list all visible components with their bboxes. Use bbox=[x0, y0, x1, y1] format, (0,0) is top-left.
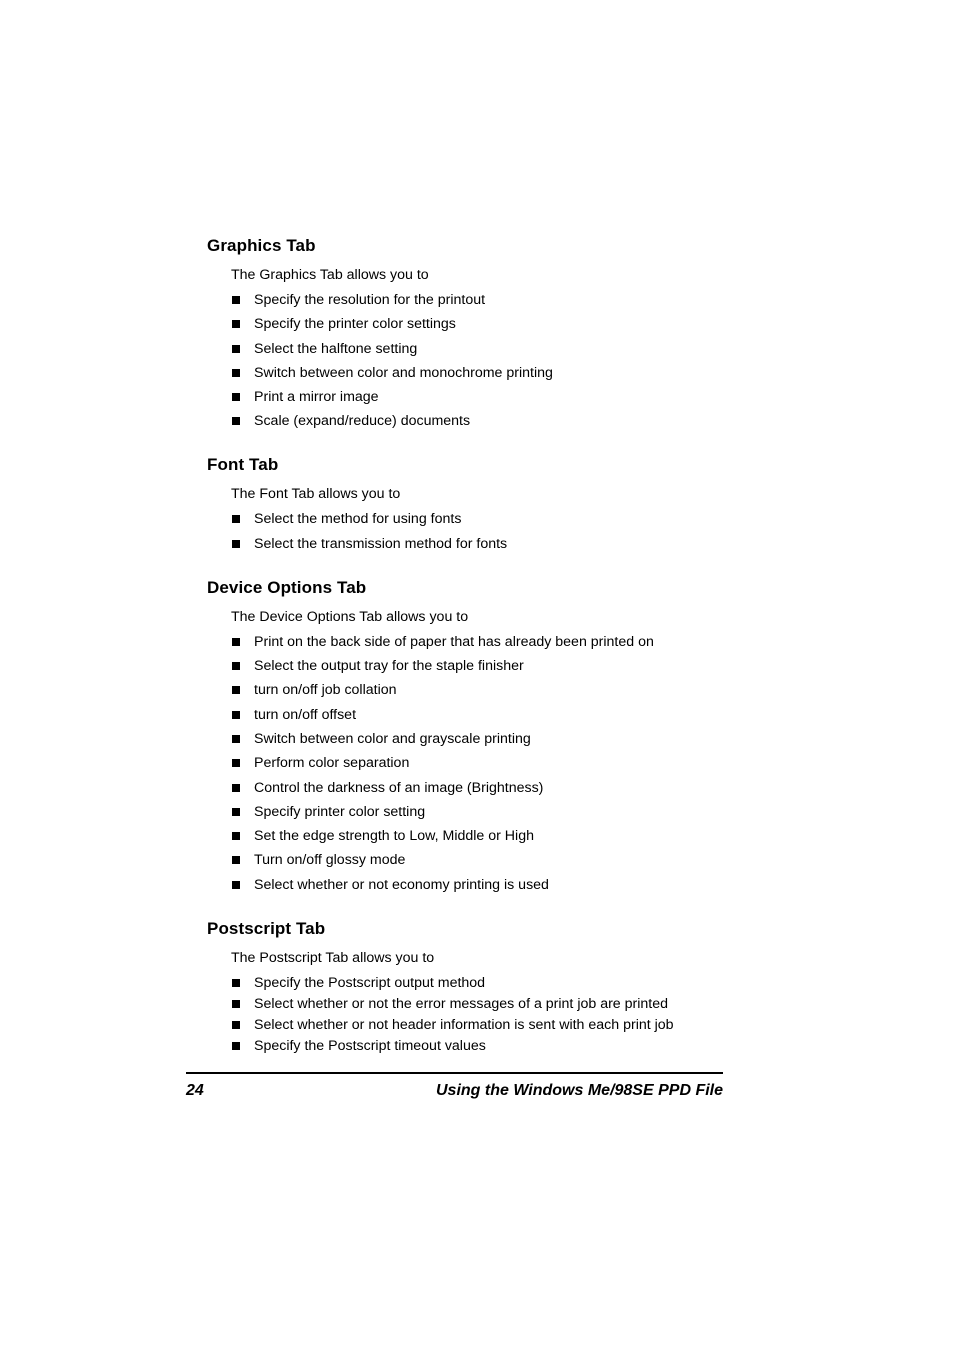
list-item-label: Specify the resolution for the printout bbox=[254, 292, 486, 308]
section-heading: Graphics Tab bbox=[207, 236, 316, 255]
list-item-label: Print a mirror image bbox=[254, 389, 379, 406]
section-intro: The Device Options Tab allows you to bbox=[231, 608, 469, 625]
square-bullet-icon bbox=[232, 807, 240, 816]
list-item-label: turn on/off job collation bbox=[254, 682, 397, 699]
list-item: Specify the printer color settings bbox=[207, 316, 767, 333]
list-item-label: Specify printer color setting bbox=[254, 803, 426, 820]
square-bullet-icon bbox=[232, 880, 240, 889]
list-item: Print a mirror image bbox=[207, 389, 767, 406]
square-bullet-icon bbox=[232, 978, 240, 987]
list-item: Select whether or not header information… bbox=[207, 1017, 767, 1034]
square-bullet-icon bbox=[232, 759, 240, 768]
list-item-label: Switch between color and grayscale print… bbox=[254, 730, 531, 747]
square-bullet-icon bbox=[232, 856, 240, 865]
list-item-label: Select the halftone setting bbox=[254, 340, 418, 357]
list-item: Specify the Postscript output method bbox=[207, 975, 767, 992]
square-bullet-icon bbox=[232, 417, 240, 426]
footer-divider bbox=[186, 1072, 723, 1074]
list-item: Switch between color and grayscale print… bbox=[207, 731, 767, 748]
square-bullet-icon bbox=[232, 320, 240, 329]
list-item: Select the method for using fonts bbox=[207, 511, 767, 528]
list-item: Select whether or not economy printing i… bbox=[207, 877, 767, 894]
section-intro: The Graphics Tab allows you to bbox=[231, 267, 429, 283]
section-intro: The Font Tab allows you to bbox=[231, 486, 401, 503]
section-bullet-list: Print on the back side of paper that has… bbox=[207, 634, 767, 894]
section-graphics-tab: Graphics Tab The Graphics Tab allows you… bbox=[207, 236, 767, 430]
list-item: Specify printer color setting bbox=[207, 804, 767, 821]
square-bullet-icon bbox=[232, 296, 240, 304]
list-item-label: Select the transmission method for fonts bbox=[254, 535, 508, 552]
section-bullet-list: Specify the resolution for the printout … bbox=[207, 292, 767, 430]
square-bullet-icon bbox=[232, 515, 240, 524]
section-heading: Device Options Tab bbox=[207, 577, 367, 597]
list-item: Perform color separation bbox=[207, 755, 767, 772]
list-item-label: Control the darkness of an image (Bright… bbox=[254, 779, 544, 796]
page-content: Graphics Tab The Graphics Tab allows you… bbox=[207, 236, 767, 1060]
list-item-label: Print on the back side of paper that has… bbox=[254, 633, 654, 650]
square-bullet-icon bbox=[232, 832, 240, 841]
square-bullet-icon bbox=[232, 393, 240, 402]
square-bullet-icon bbox=[232, 686, 240, 695]
list-item-label: Perform color separation bbox=[254, 755, 410, 772]
list-item: Set the edge strength to Low, Middle or … bbox=[207, 828, 767, 845]
page-footer: 24 Using the Windows Me/98SE PPD File bbox=[186, 1072, 723, 1100]
list-item-label: Switch between color and monochrome prin… bbox=[254, 364, 553, 381]
list-item-label: Select the output tray for the staple fi… bbox=[254, 658, 524, 675]
list-item: Select the output tray for the staple fi… bbox=[207, 658, 767, 675]
footer-row: 24 Using the Windows Me/98SE PPD File bbox=[186, 1081, 723, 1100]
list-item-label: Scale (expand/reduce) documents bbox=[254, 413, 471, 430]
list-item-label: Turn on/off glossy mode bbox=[254, 852, 406, 869]
list-item: Print on the back side of paper that has… bbox=[207, 634, 767, 651]
list-item: Scale (expand/reduce) documents bbox=[207, 413, 767, 430]
list-item: Specify the resolution for the printout bbox=[207, 292, 767, 309]
list-item: turn on/off offset bbox=[207, 707, 767, 724]
section-bullet-list: Specify the Postscript output method Sel… bbox=[207, 975, 767, 1056]
list-item: Select the transmission method for fonts bbox=[207, 536, 767, 553]
list-item: Specify the Postscript timeout values bbox=[207, 1038, 767, 1055]
list-item-label: Specify the Postscript output method bbox=[254, 974, 486, 991]
square-bullet-icon bbox=[232, 783, 240, 792]
square-bullet-icon bbox=[232, 344, 240, 353]
section-font-tab: Font Tab The Font Tab allows you to Sele… bbox=[207, 455, 767, 552]
square-bullet-icon bbox=[232, 662, 240, 671]
square-bullet-icon bbox=[232, 734, 240, 743]
section-device-options-tab: Device Options Tab The Device Options Ta… bbox=[207, 578, 767, 894]
section-bullet-list: Select the method for using fonts Select… bbox=[207, 511, 767, 552]
list-item-label: Select whether or not header information… bbox=[254, 1017, 674, 1034]
square-bullet-icon bbox=[232, 1021, 240, 1030]
list-item-label: Specify the printer color settings bbox=[254, 316, 456, 333]
footer-title: Using the Windows Me/98SE PPD File bbox=[435, 1082, 723, 1099]
page-number: 24 bbox=[186, 1082, 204, 1099]
list-item: Switch between color and monochrome prin… bbox=[207, 365, 767, 382]
list-item-label: turn on/off offset bbox=[254, 706, 357, 723]
list-item-label: Select the method for using fonts bbox=[254, 511, 462, 528]
list-item-label: Specify the Postscript timeout values bbox=[254, 1038, 486, 1055]
square-bullet-icon bbox=[232, 999, 240, 1008]
list-item: Select whether or not the error messages… bbox=[207, 996, 767, 1013]
section-intro: The Postscript Tab allows you to bbox=[231, 949, 435, 966]
list-item: turn on/off job collation bbox=[207, 682, 767, 699]
square-bullet-icon bbox=[232, 1042, 240, 1051]
square-bullet-icon bbox=[232, 710, 240, 719]
square-bullet-icon bbox=[232, 368, 240, 377]
list-item-label: Select whether or not economy printing i… bbox=[254, 876, 549, 893]
section-postscript-tab: Postscript Tab The Postscript Tab allows… bbox=[207, 919, 767, 1056]
list-item-label: Set the edge strength to Low, Middle or … bbox=[254, 828, 534, 845]
list-item: Control the darkness of an image (Bright… bbox=[207, 780, 767, 797]
section-heading: Font Tab bbox=[207, 455, 279, 475]
list-item: Select the halftone setting bbox=[207, 341, 767, 358]
square-bullet-icon bbox=[232, 637, 240, 646]
list-item-label: Select whether or not the error messages… bbox=[254, 995, 669, 1012]
square-bullet-icon bbox=[232, 539, 240, 548]
section-heading: Postscript Tab bbox=[207, 918, 326, 938]
list-item: Turn on/off glossy mode bbox=[207, 852, 767, 869]
document-page: Graphics Tab The Graphics Tab allows you… bbox=[0, 0, 954, 1350]
